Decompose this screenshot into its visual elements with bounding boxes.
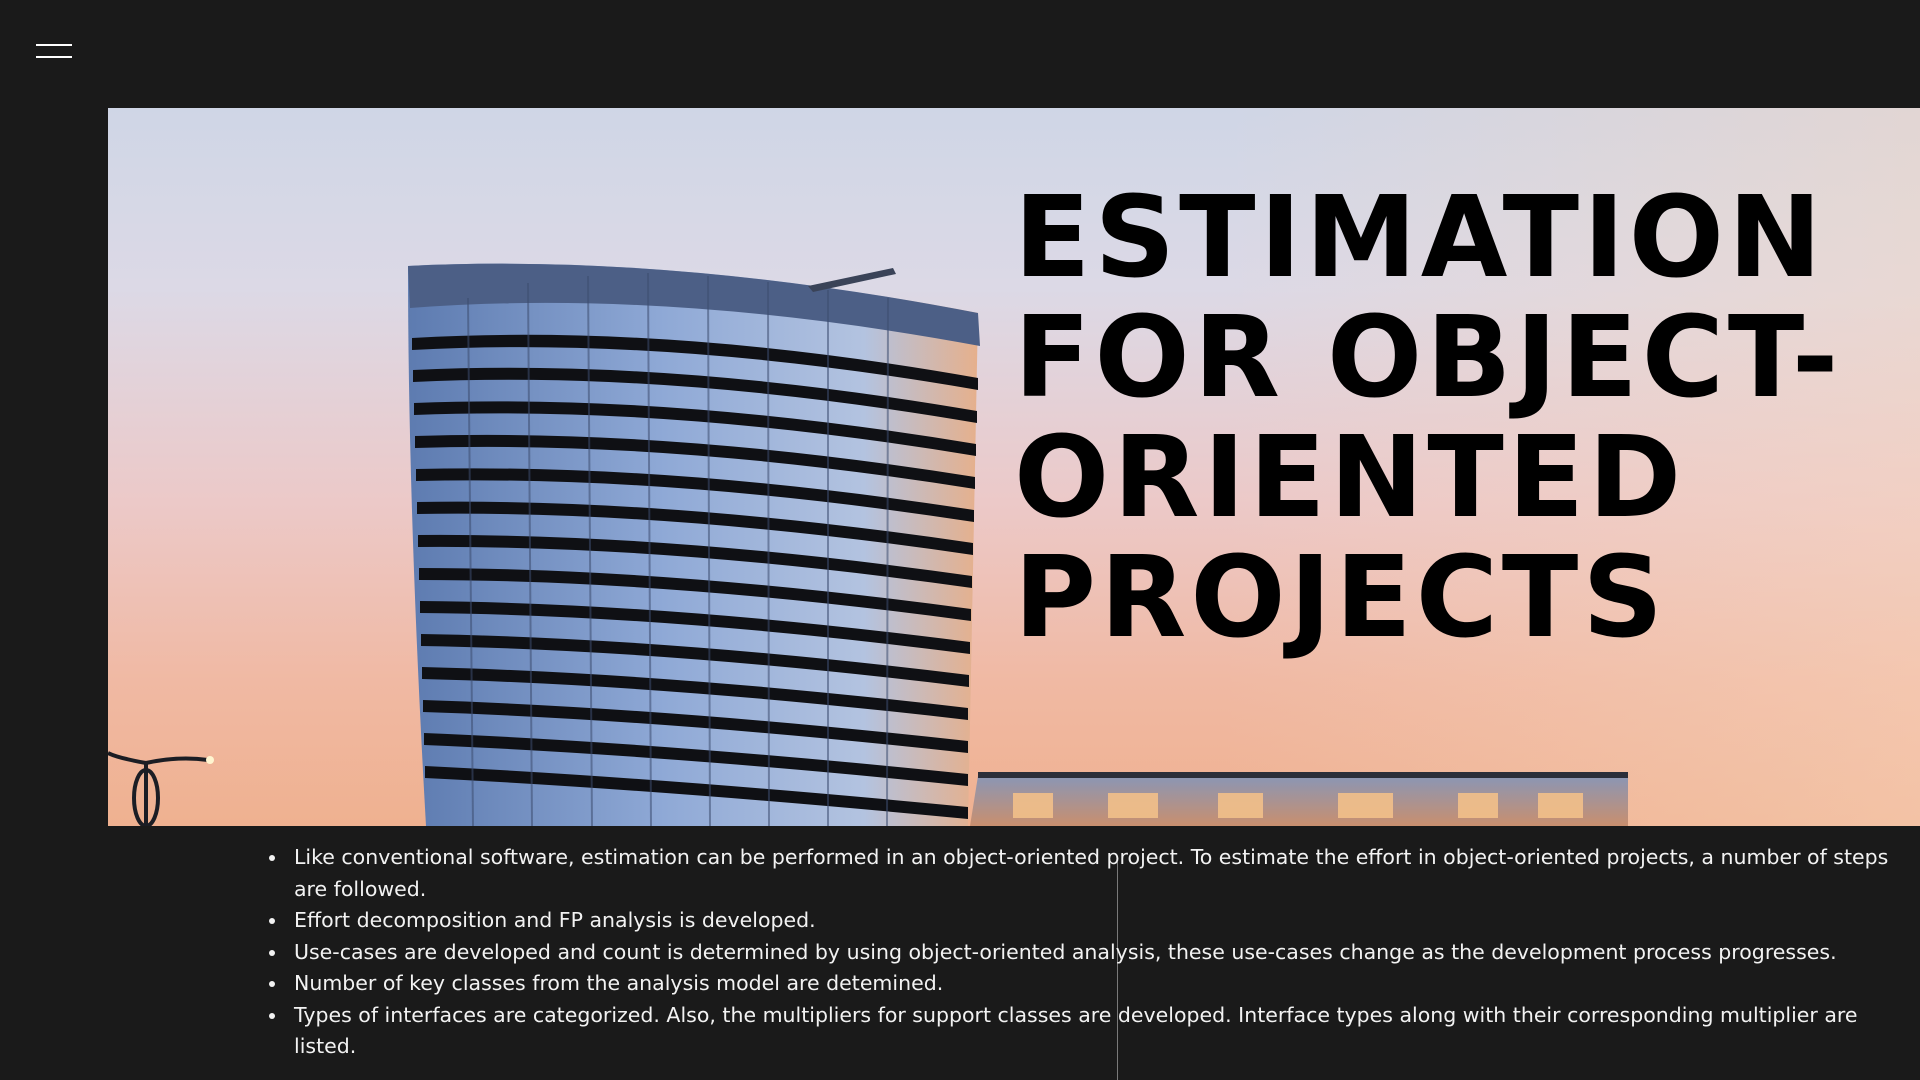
title-line-4: PROJECTS <box>1014 533 1667 663</box>
hero-image-banner: ESTIMATION FOR OBJECT- ORIENTED PROJECTS <box>108 108 1920 826</box>
list-item: Use-cases are developed and count is det… <box>288 937 1904 969</box>
slide-page: ESTIMATION FOR OBJECT- ORIENTED PROJECTS… <box>0 0 1920 1080</box>
slide-title: ESTIMATION FOR OBJECT- ORIENTED PROJECTS <box>1014 178 1894 658</box>
title-line-1: ESTIMATION <box>1014 173 1826 303</box>
list-item: Number of key classes from the analysis … <box>288 968 1904 1000</box>
hamburger-menu-icon[interactable] <box>36 42 72 62</box>
list-item: Types of interfaces are categorized. Als… <box>288 1000 1904 1063</box>
title-line-2: FOR OBJECT- <box>1014 293 1843 423</box>
list-item: Effort decomposition and FP analysis is … <box>288 905 1904 937</box>
title-line-3: ORIENTED <box>1014 413 1686 543</box>
bullet-list: Like conventional software, estimation c… <box>264 842 1904 1063</box>
list-item: Like conventional software, estimation c… <box>288 842 1904 905</box>
